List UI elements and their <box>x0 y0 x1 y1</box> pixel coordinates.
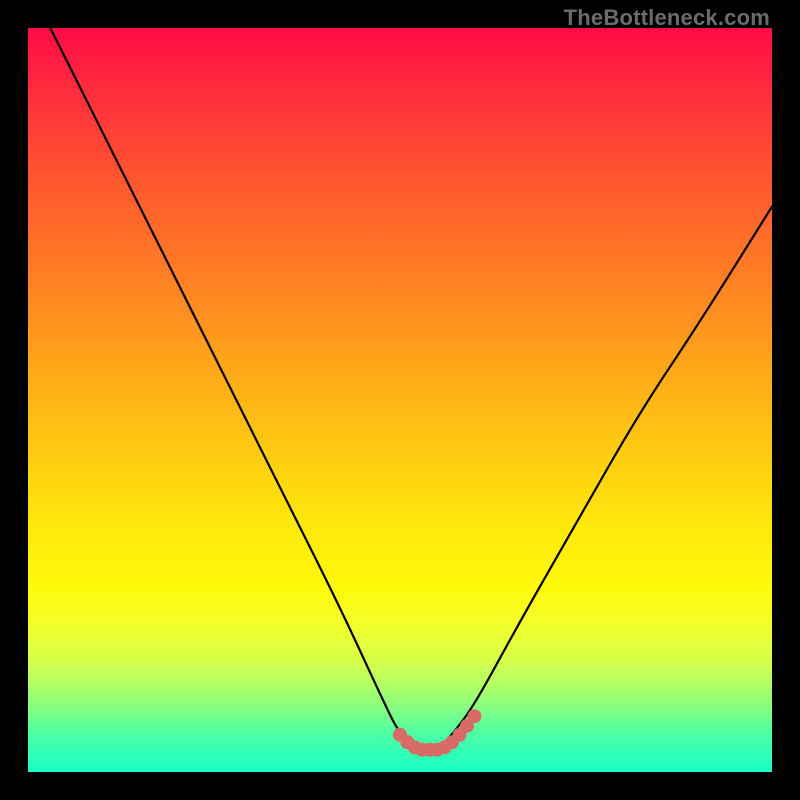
optimal-range-marker <box>393 709 481 757</box>
chart-svg <box>28 28 772 772</box>
marker-dot <box>453 728 467 742</box>
bottleneck-curve <box>50 28 772 750</box>
marker-dot <box>438 740 452 754</box>
marker-dot <box>460 719 474 733</box>
watermark-text: TheBottleneck.com <box>564 5 770 31</box>
marker-dot <box>445 735 459 749</box>
marker-dot <box>415 743 429 757</box>
marker-dot <box>408 740 422 754</box>
marker-dot <box>423 743 437 757</box>
marker-dot <box>467 709 481 723</box>
marker-dot <box>393 728 407 742</box>
plot-area <box>28 28 772 772</box>
chart-frame: TheBottleneck.com <box>0 0 800 800</box>
marker-dot <box>400 735 414 749</box>
marker-dot <box>430 743 444 757</box>
